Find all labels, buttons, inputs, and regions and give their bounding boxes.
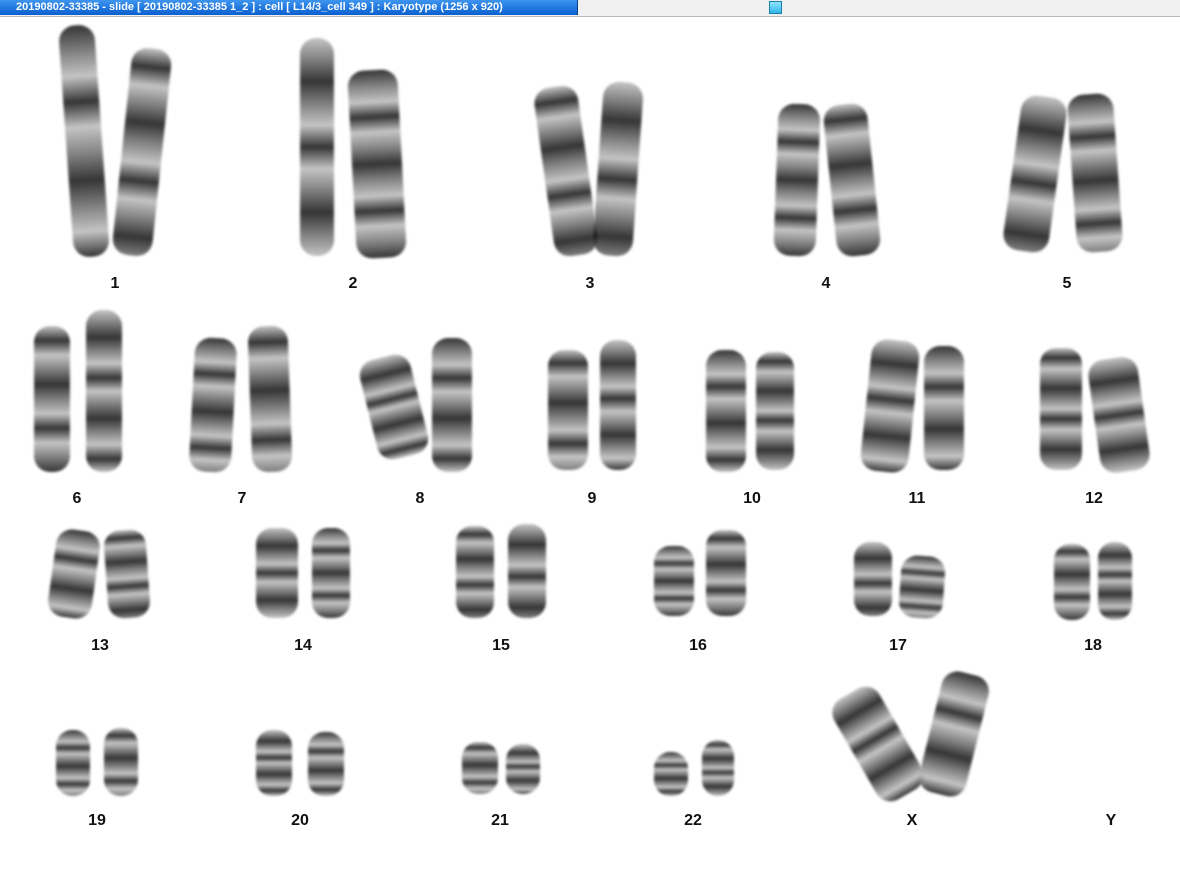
chromosome-label-15: 15 (492, 637, 510, 654)
chromosome-19-homolog-2[interactable] (104, 728, 138, 796)
window-title-tab[interactable]: 20190802-33385 - slide [ 20190802-33385 … (0, 0, 578, 15)
chromosome-label-X: X (906, 812, 918, 829)
chromosome-4-homolog-2[interactable] (822, 102, 882, 258)
chromosome-X-homolog-1[interactable] (826, 680, 930, 808)
chromosome-22-homolog-2[interactable] (702, 740, 734, 796)
chromosome-6-homolog-2[interactable] (86, 310, 122, 472)
chromosome-label-7: 7 (237, 490, 247, 507)
chromosome-20-homolog-2[interactable] (308, 732, 344, 796)
chromosome-10-homolog-2[interactable] (756, 352, 794, 470)
chromosome-label-17: 17 (889, 637, 907, 654)
chromosome-4-homolog-1[interactable] (773, 103, 821, 257)
chromosome-label-10: 10 (743, 490, 761, 507)
chromosome-label-22: 22 (684, 812, 702, 829)
chromosome-11-homolog-1[interactable] (859, 337, 921, 475)
chromosome-13-homolog-1[interactable] (46, 527, 102, 621)
chromosome-7-homolog-2[interactable] (247, 325, 293, 473)
chromosome-9-homolog-2[interactable] (600, 340, 636, 470)
chromosome-label-5: 5 (1062, 275, 1072, 292)
chromosome-12-homolog-1[interactable] (1040, 348, 1082, 470)
chromosome-15-homolog-2[interactable] (508, 524, 546, 618)
chromosome-8-homolog-2[interactable] (432, 338, 472, 472)
chromosome-label-16: 16 (689, 637, 707, 654)
chromosome-6-homolog-1[interactable] (34, 326, 70, 472)
chromosome-label-Y: Y (1105, 812, 1117, 829)
chromosome-10-homolog-1[interactable] (706, 350, 746, 472)
chromosome-label-13: 13 (91, 637, 109, 654)
chromosome-18-homolog-2[interactable] (1098, 542, 1132, 620)
scrollbar-thumb[interactable] (769, 1, 782, 14)
chromosome-1-homolog-2[interactable] (111, 46, 173, 258)
chromosome-label-3: 3 (585, 275, 595, 292)
chromosome-12-homolog-2[interactable] (1086, 355, 1152, 475)
chromosome-5-homolog-2[interactable] (1066, 92, 1124, 254)
chromosome-label-11: 11 (908, 490, 926, 507)
chromosome-label-1: 1 (110, 275, 120, 292)
chromosome-11-homolog-2[interactable] (924, 346, 964, 470)
karyotype-canvas: 1 2 3 4 5 6 7 8 9 10 11 12 13 14 15 16 17 18 19 20 21 22 X Y (0, 17, 1180, 872)
chromosome-label-14: 14 (294, 637, 312, 654)
chromosome-7-homolog-1[interactable] (188, 336, 238, 474)
chromosome-label-4: 4 (821, 275, 831, 292)
chromosome-X-homolog-2[interactable] (915, 668, 993, 800)
window-title: 20190802-33385 - slide [ 20190802-33385 … (16, 1, 503, 13)
chromosome-21-homolog-1[interactable] (462, 742, 498, 794)
chromosome-22-homolog-1[interactable] (654, 752, 688, 796)
chromosome-2-homolog-2[interactable] (347, 68, 407, 260)
chromosome-16-homolog-1[interactable] (654, 546, 694, 616)
chromosome-18-homolog-1[interactable] (1054, 544, 1090, 620)
chromosome-21-homolog-2[interactable] (506, 744, 540, 794)
chromosome-label-2: 2 (348, 275, 358, 292)
chromosome-8-homolog-1[interactable] (356, 351, 432, 463)
chromosome-9-homolog-1[interactable] (548, 350, 588, 470)
chromosome-1-homolog-1[interactable] (57, 24, 111, 258)
chromosome-label-20: 20 (291, 812, 309, 829)
chromosome-label-8: 8 (415, 490, 425, 507)
chromosome-2-homolog-1[interactable] (300, 38, 334, 256)
window-title-bar: 20190802-33385 - slide [ 20190802-33385 … (0, 0, 1180, 17)
chromosome-label-6: 6 (72, 490, 82, 507)
chromosome-label-21: 21 (491, 812, 509, 829)
chromosome-19-homolog-1[interactable] (56, 730, 90, 796)
chromosome-3-homolog-2[interactable] (591, 80, 645, 258)
chromosome-label-12: 12 (1085, 490, 1103, 507)
chromosome-15-homolog-1[interactable] (456, 526, 494, 618)
chromosome-5-homolog-1[interactable] (1001, 93, 1069, 255)
chromosome-label-18: 18 (1084, 637, 1102, 654)
chromosome-13-homolog-2[interactable] (102, 528, 152, 620)
chromosome-14-homolog-1[interactable] (256, 528, 298, 618)
chromosome-16-homolog-2[interactable] (706, 530, 746, 616)
chromosome-20-homolog-1[interactable] (256, 730, 292, 796)
chromosome-14-homolog-2[interactable] (312, 528, 350, 618)
chromosome-17-homolog-2[interactable] (897, 554, 947, 620)
chromosome-label-9: 9 (587, 490, 597, 507)
chromosome-label-19: 19 (88, 812, 106, 829)
chromosome-3-homolog-1[interactable] (532, 83, 600, 259)
chromosome-17-homolog-1[interactable] (854, 542, 892, 616)
